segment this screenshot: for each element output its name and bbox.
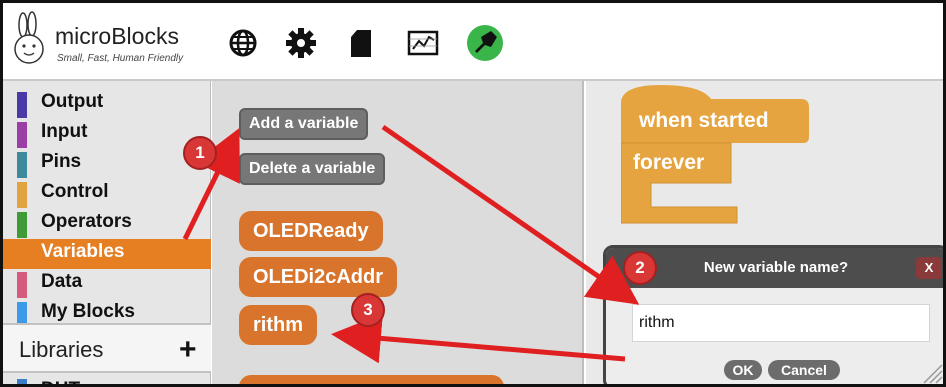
step-badge-2: 2	[623, 251, 657, 285]
arrow-step-2	[381, 124, 640, 305]
annotation-arrows	[182, 124, 640, 364]
app-window: microBlocks Small, Fast, Human Friendly	[0, 0, 946, 387]
step-badge-1: 1	[183, 136, 217, 170]
arrow-step-3	[331, 313, 626, 364]
step-badge-3: 3	[351, 293, 385, 327]
